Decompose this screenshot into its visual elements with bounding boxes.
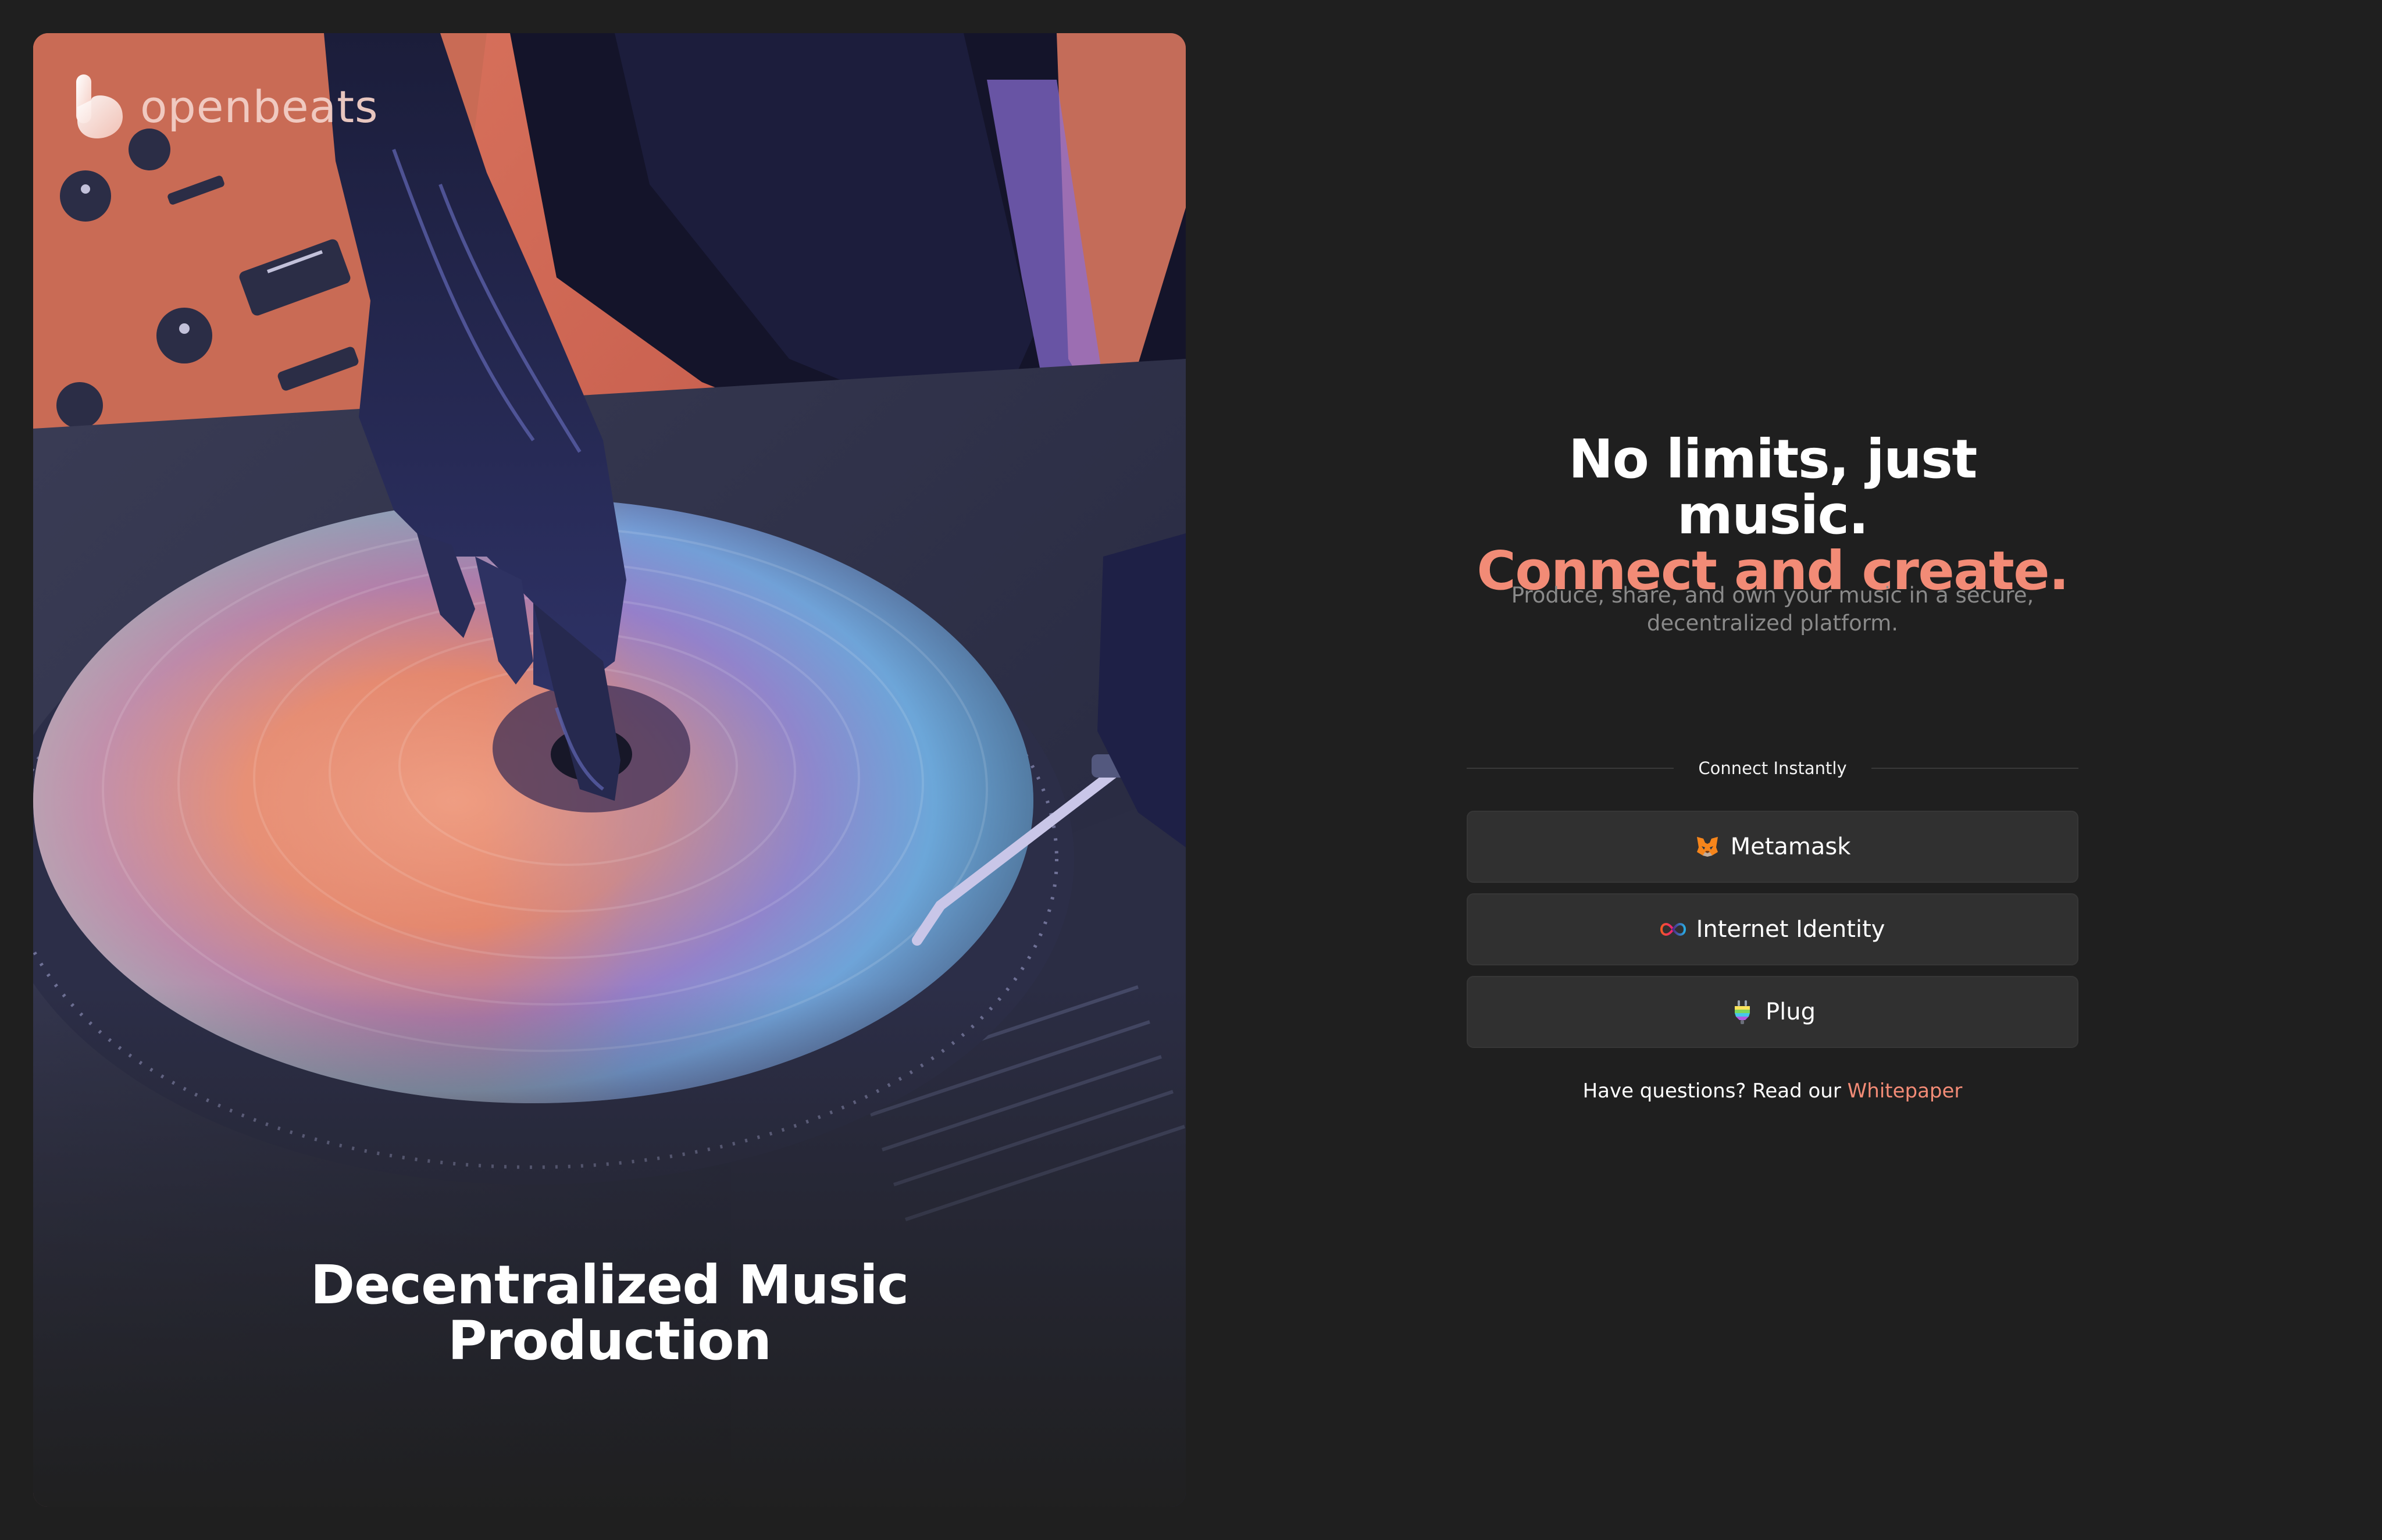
- metamask-fox-icon: [1695, 834, 1720, 860]
- infinity-icon: [1660, 917, 1686, 942]
- plug-label: Plug: [1766, 999, 1816, 1025]
- headline: No limits, just music. Connect and creat…: [1467, 432, 2078, 599]
- plug-icon: [1730, 999, 1755, 1025]
- hero-panel: openbeats Decentralized Music Production: [33, 33, 1186, 1507]
- internet-identity-button[interactable]: Internet Identity: [1467, 893, 2078, 965]
- hero-caption-line2: Production: [447, 1310, 772, 1372]
- hero-caption: Decentralized Music Production: [33, 1257, 1186, 1369]
- whitepaper-link[interactable]: Whitepaper: [1848, 1079, 1963, 1103]
- brand: openbeats: [74, 72, 379, 141]
- connect-divider: Connect Instantly: [1467, 756, 2078, 780]
- openbeats-logo-icon: [74, 72, 127, 141]
- hero-bottom-fade: [33, 983, 1186, 1507]
- subtitle: Produce, share, and own your music in a …: [1511, 583, 2034, 636]
- footer-prefix: Have questions? Read our: [1582, 1079, 1848, 1103]
- hero-caption-line1: Decentralized Music: [310, 1254, 909, 1316]
- metamask-label: Metamask: [1730, 833, 1851, 860]
- divider-label: Connect Instantly: [1698, 758, 1847, 778]
- headline-line1: No limits, just music.: [1568, 428, 1977, 546]
- plug-button[interactable]: Plug: [1467, 976, 2078, 1048]
- divider-line-left: [1467, 768, 1674, 769]
- internet-identity-label: Internet Identity: [1696, 916, 1885, 943]
- metamask-button[interactable]: Metamask: [1467, 811, 2078, 883]
- brand-name: openbeats: [140, 80, 379, 133]
- connect-panel: No limits, just music. Connect and creat…: [1467, 0, 2078, 1540]
- divider-line-right: [1871, 768, 2078, 769]
- footer-note: Have questions? Read our Whitepaper: [1467, 1079, 2078, 1103]
